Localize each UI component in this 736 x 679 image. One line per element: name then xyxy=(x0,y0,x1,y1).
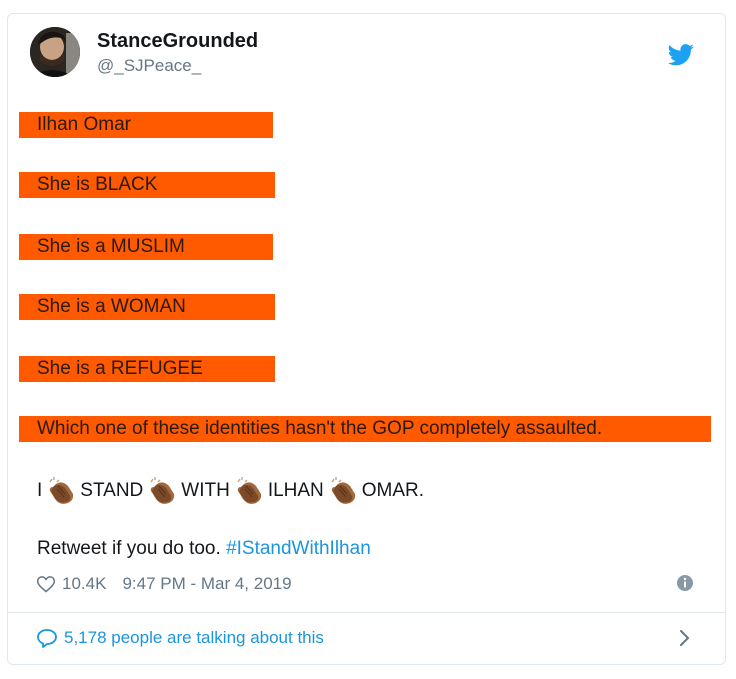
twitter-bird-icon[interactable] xyxy=(667,44,695,66)
retweet-prompt: Retweet if you do too. #IStandWithIlhan xyxy=(37,538,371,560)
hashtag-link[interactable]: #IStandWithIlhan xyxy=(226,538,371,559)
highlight-line-woman: She is a WOMAN xyxy=(19,294,275,320)
display-name[interactable]: StanceGrounded xyxy=(97,30,258,53)
divider xyxy=(8,612,725,613)
clapping-hands-icon xyxy=(147,476,177,506)
clapping-hands-icon xyxy=(328,476,358,506)
like-count[interactable]: 10.4K xyxy=(62,574,106,594)
clap-word: OMAR. xyxy=(361,480,425,501)
clap-sentence: I STAND WITH ILHAN OMAR. xyxy=(37,475,424,507)
clap-word: ILHAN xyxy=(267,480,324,501)
avatar[interactable] xyxy=(30,27,80,77)
highlight-line-muslim: She is a MUSLIM xyxy=(19,234,273,260)
highlight-line-black: She is BLACK xyxy=(19,172,275,198)
speech-bubble-icon xyxy=(36,628,58,648)
highlight-line-question: Which one of these identities hasn't the… xyxy=(19,416,711,442)
clapping-hands-icon xyxy=(46,476,76,506)
clap-word: I xyxy=(37,480,43,501)
heart-icon[interactable] xyxy=(36,574,56,594)
highlight-line-name: Ilhan Omar xyxy=(19,112,273,138)
highlight-line-refugee: She is a REFUGEE xyxy=(19,356,275,382)
clapping-hands-icon xyxy=(234,476,264,506)
tweet-meta: 10.4K 9:47 PM - Mar 4, 2019 xyxy=(36,572,292,596)
user-handle[interactable]: @_SJPeace_ xyxy=(97,56,201,76)
conversation-link[interactable]: 5,178 people are talking about this xyxy=(36,626,324,650)
clap-word: WITH xyxy=(181,480,230,501)
tweet-timestamp[interactable]: 9:47 PM - Mar 4, 2019 xyxy=(122,574,291,594)
retweet-text: Retweet if you do too. xyxy=(37,538,221,559)
tweet-card xyxy=(7,13,726,665)
chevron-right-icon[interactable] xyxy=(678,629,692,647)
clap-word: STAND xyxy=(80,480,144,501)
conversation-count[interactable]: 5,178 people are talking about this xyxy=(64,628,324,648)
info-icon[interactable] xyxy=(676,574,694,592)
